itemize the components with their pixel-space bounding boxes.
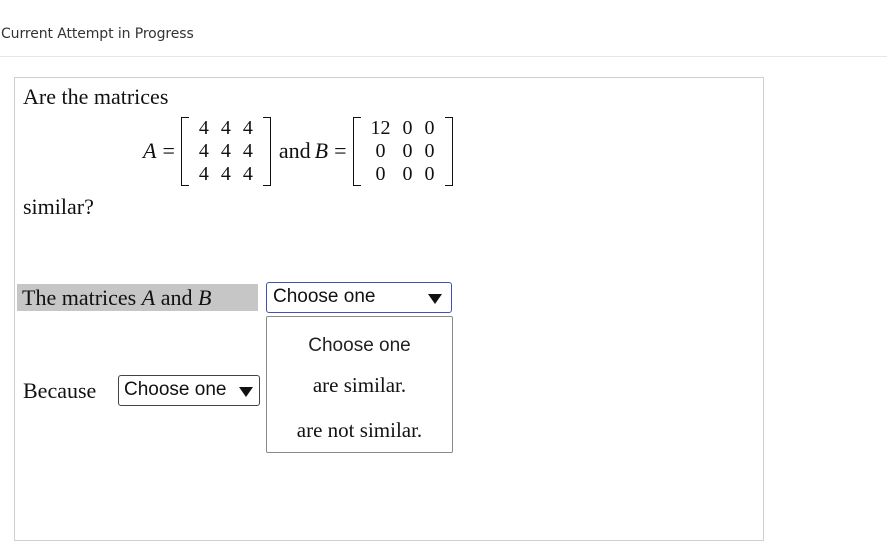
matrix-a-cell: 4 — [220, 139, 231, 162]
question-intro: Are the matrices — [23, 84, 169, 109]
matrix-connector: and — [278, 138, 311, 163]
matrix-b-cell: 0 — [424, 162, 435, 185]
because-select[interactable]: Choose one — [118, 375, 260, 406]
caret-down-icon — [239, 387, 253, 397]
similarity-dropdown-menu: Choose one are similar. are not similar. — [266, 316, 453, 453]
option-are-not-similar[interactable]: are not similar. — [267, 418, 452, 443]
question-similar-text: similar? — [23, 194, 94, 219]
attempt-status-title: Current Attempt in Progress — [1, 26, 194, 42]
option-choose-one[interactable]: Choose one — [267, 335, 452, 357]
statement-var-b: B — [197, 285, 212, 310]
statement-var-a: A — [141, 285, 156, 310]
matrix-a-cell: 4 — [220, 162, 231, 185]
matrix-b-cell: 0 — [402, 162, 413, 185]
matrix-a-cell: 4 — [198, 162, 209, 185]
matrix-a-cell: 4 — [242, 139, 253, 162]
similarity-select-value: Choose one — [273, 286, 376, 307]
matrix-b-label: B — [314, 138, 329, 163]
matrix-a-cell: 4 — [198, 116, 209, 139]
because-label: Because — [23, 378, 97, 403]
matrix-b-cell: 0 — [375, 139, 386, 162]
matrix-b-cell: 0 — [424, 116, 435, 139]
statement-prefix: The matrices — [22, 285, 137, 310]
because-select-value: Choose one — [124, 379, 227, 400]
matrix-b-cell: 0 — [424, 139, 435, 162]
matrix-a-cell: 4 — [220, 116, 231, 139]
matrix-b-cell: 0 — [402, 139, 413, 162]
matrix-a-label: A — [143, 138, 157, 163]
matrix-a-cell: 4 — [242, 162, 253, 185]
caret-down-icon — [428, 294, 442, 304]
matrix-b: 12 0 0 000 000 — [352, 116, 453, 186]
matrix-a: 444 444 444 — [180, 116, 271, 186]
answer-statement: The matrices A and B — [17, 284, 258, 311]
matrix-a-cell: 4 — [198, 139, 209, 162]
matrix-b-cell: 12 — [370, 116, 391, 139]
option-are-similar[interactable]: are similar. — [267, 373, 452, 398]
matrix-equation: A = 444 444 444 and B = 12 0 0 000 000 — [143, 113, 459, 189]
matrix-a-cell: 4 — [242, 116, 253, 139]
matrix-b-equals: = — [334, 138, 347, 163]
matrix-a-equals: = — [162, 138, 175, 163]
matrix-b-cell: 0 — [402, 116, 413, 139]
similarity-select[interactable]: Choose one — [266, 282, 452, 313]
matrix-b-cell: 0 — [375, 162, 386, 185]
page-header: Current Attempt in Progress — [0, 0, 887, 57]
statement-connector: and — [160, 285, 193, 310]
